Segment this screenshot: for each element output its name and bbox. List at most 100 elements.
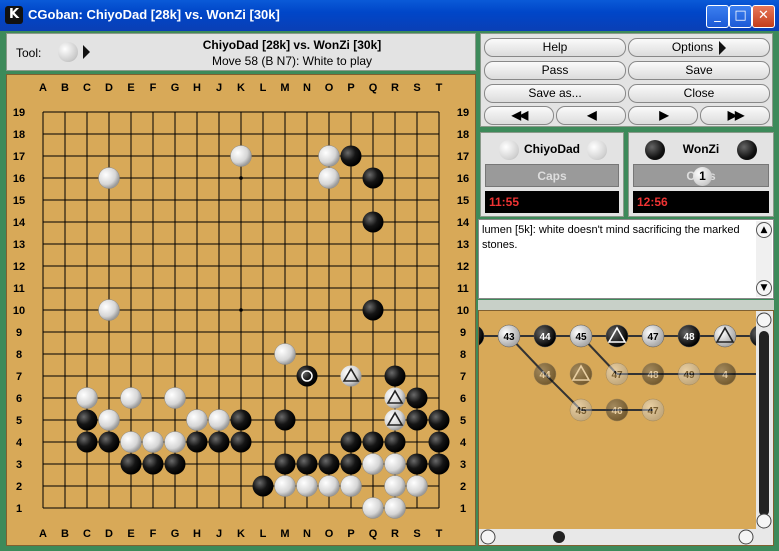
tool-menu-arrow-icon[interactable]	[83, 45, 90, 59]
black-stone	[406, 387, 428, 409]
move-status: Move 58 (B N7): White to play	[211, 54, 373, 68]
maximize-button[interactable]: □	[729, 5, 752, 28]
white-stone	[384, 453, 406, 475]
column-label: F	[150, 82, 157, 94]
player-panel-white: ChiyoDad Caps 11:55	[480, 132, 624, 217]
options-button[interactable]: Options	[628, 38, 770, 57]
back-button[interactable]: ◀	[556, 106, 626, 125]
chat-scrollbar[interactable]: ▲ ▼	[756, 221, 772, 297]
close-window-button[interactable]: ✕	[752, 5, 775, 28]
app-icon[interactable]: K	[5, 6, 23, 24]
column-label: B	[61, 82, 69, 94]
tree-move-number: 49	[683, 370, 695, 381]
fast-forward-icon: ▶▶	[727, 108, 745, 122]
row-label: 13	[13, 239, 25, 251]
row-label: 1	[460, 503, 466, 515]
black-caps: Caps 1	[633, 164, 769, 187]
column-label: D	[105, 528, 113, 540]
column-label: K	[237, 82, 245, 94]
row-label: 11	[13, 283, 25, 295]
game-tree[interactable]: 43 44 45 47 48 44 47 48 49 4 45 46 47	[478, 310, 774, 546]
title-bar[interactable]: K CGoban: ChiyoDad [28k] vs. WonZi [30k]…	[0, 0, 779, 31]
tree-node: 45	[569, 324, 593, 348]
row-label: 16	[457, 173, 469, 185]
white-player-name: ChiyoDad	[523, 142, 580, 156]
scroll-up-icon[interactable]: ▲	[756, 222, 772, 238]
tree-move-number: 44	[539, 332, 551, 343]
go-board-canvas[interactable]: AABBCCDDEEFFGGHHJJKKLLMMNNOOPPQQRRSSTT19…	[7, 75, 475, 545]
row-label: 7	[460, 371, 466, 383]
tree-move-number: 45	[575, 332, 587, 343]
white-stone	[362, 453, 384, 475]
row-label: 12	[13, 261, 25, 273]
scroll-left-icon	[480, 529, 496, 545]
scroll-up-icon	[756, 312, 772, 328]
save-button[interactable]: Save	[628, 61, 770, 80]
scroll-down-icon[interactable]: ▼	[756, 280, 772, 296]
black-stone	[362, 167, 384, 189]
black-player-name: WonZi	[682, 142, 720, 156]
tool-label: Tool:	[16, 46, 42, 60]
game-tree-canvas[interactable]: 43 44 45 47 48 44 47 48 49 4 45 46 47	[479, 311, 773, 545]
forward-icon: ▶	[659, 108, 668, 122]
black-stone	[384, 365, 406, 387]
tree-move-number: 46	[611, 406, 623, 417]
column-label: Q	[369, 528, 378, 540]
white-stone	[230, 145, 252, 167]
row-label: 10	[13, 305, 25, 317]
tree-scrollbar-h	[479, 529, 773, 545]
black-stone	[98, 431, 120, 453]
white-stone	[318, 475, 340, 497]
row-label: 3	[460, 459, 466, 471]
tree-node: 47	[605, 362, 629, 386]
pass-button[interactable]: Pass	[484, 61, 626, 80]
tree-node: 49	[677, 362, 701, 386]
close-label: Close	[683, 86, 715, 100]
black-stone	[230, 431, 252, 453]
fast-forward-button[interactable]: ▶▶	[700, 106, 770, 125]
white-stone	[164, 431, 186, 453]
tree-node: 44	[533, 324, 557, 348]
white-stone	[120, 387, 142, 409]
tree-node	[569, 362, 593, 386]
tree-node	[605, 324, 629, 348]
rewind-button[interactable]: ◀◀	[484, 106, 554, 125]
row-label: 2	[16, 481, 22, 493]
white-caps: Caps	[485, 164, 619, 187]
tree-move-number: 48	[647, 370, 659, 381]
black-stone	[230, 409, 252, 431]
minimize-button[interactable]: _	[706, 5, 729, 28]
help-label: Help	[542, 40, 568, 54]
black-stone	[186, 431, 208, 453]
close-button[interactable]: Close	[628, 84, 770, 103]
pane-divider[interactable]	[478, 300, 774, 310]
column-label: M	[280, 82, 289, 94]
row-label: 10	[457, 305, 469, 317]
go-board[interactable]: A A B B C C D D E E F F G G H H J J K K L L M M N N O O P P Q Q R R S S T T 19…	[6, 74, 476, 546]
save-as-button[interactable]: Save as...	[484, 84, 626, 103]
column-label: Q	[369, 82, 378, 94]
tree-node: 4	[713, 362, 737, 386]
tree-node: 48	[677, 324, 701, 348]
column-label: J	[216, 82, 222, 94]
back-icon: ◀	[587, 108, 596, 122]
row-label: 6	[16, 393, 22, 405]
black-stone	[428, 409, 450, 431]
help-button[interactable]: Help	[484, 38, 626, 57]
player-panel-black: WonZi Caps 1 12:56	[628, 132, 774, 217]
tool-stone-icon[interactable]	[58, 42, 78, 62]
row-label: 12	[457, 261, 469, 273]
chat-panel[interactable]: lumen [5k]: white doesn't mind sacrifici…	[478, 219, 774, 299]
star-point	[239, 308, 243, 312]
tree-move-number: 48	[683, 332, 695, 343]
black-stone	[296, 453, 318, 475]
chat-message: lumen [5k]: white doesn't mind sacrifici…	[482, 224, 740, 251]
column-label: P	[347, 82, 354, 94]
tree-node: 47	[641, 398, 665, 422]
row-label: 17	[13, 151, 25, 163]
tree-node: 44	[533, 362, 557, 386]
white-stone	[274, 343, 296, 365]
white-clock: 11:55	[485, 191, 619, 213]
black-stone	[384, 431, 406, 453]
forward-button[interactable]: ▶	[628, 106, 698, 125]
